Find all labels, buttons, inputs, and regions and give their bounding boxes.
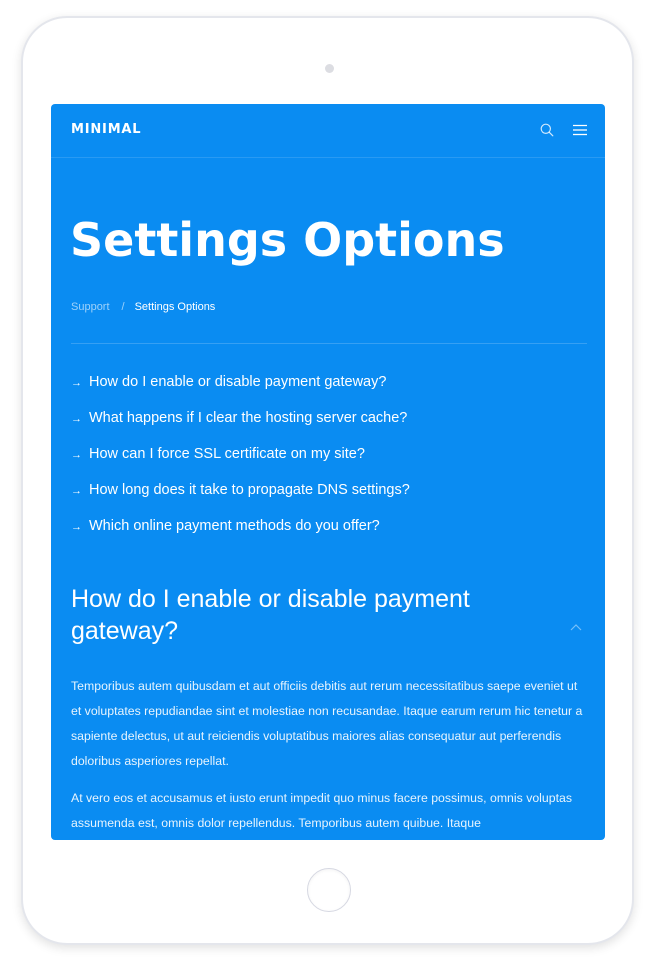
- breadcrumb-link-support[interactable]: Support: [71, 301, 110, 313]
- answer-title: How do I enable or disable payment gatew…: [71, 585, 470, 645]
- chevron-up-icon[interactable]: [570, 623, 582, 631]
- breadcrumb-separator: /: [121, 301, 125, 313]
- camera-dot: [325, 64, 334, 73]
- answer-paragraph: At vero eos et accusamus et iusto erunt …: [71, 791, 572, 830]
- arrow-right-icon: →: [71, 449, 82, 461]
- faq-link[interactable]: → What happens if I clear the hosting ser…: [71, 408, 410, 444]
- home-button[interactable]: [307, 868, 351, 912]
- navbar: MINIMAL: [51, 104, 605, 158]
- answer-paragraph: Temporibus autem quibusdam et aut offici…: [71, 679, 583, 768]
- faq-link-label: Which online payment methods do you offe…: [89, 518, 380, 534]
- arrow-right-icon: →: [71, 413, 82, 425]
- brand-logo[interactable]: MINIMAL: [71, 122, 141, 137]
- faq-link-label: What happens if I clear the hosting serv…: [89, 410, 408, 426]
- screen: MINIMAL Settings Options Support / Setting…: [51, 104, 605, 840]
- breadcrumb-current: Settings Options: [134, 301, 216, 313]
- faq-link-label: How long does it take to propagate DNS s…: [89, 482, 410, 498]
- search-icon[interactable]: [540, 123, 554, 137]
- faq-link-label: How can I force SSL certificate on my si…: [89, 446, 365, 462]
- faq-link[interactable]: → Which online payment methods do you off…: [71, 516, 410, 552]
- breadcrumb: Support / Settings Options: [71, 301, 215, 313]
- arrow-right-icon: →: [71, 377, 82, 389]
- faq-link[interactable]: → How can I force SSL certificate on my s…: [71, 444, 410, 480]
- faq-link-label: How do I enable or disable payment gatew…: [89, 374, 387, 390]
- faq-list: → How do I enable or disable payment gate…: [71, 372, 410, 552]
- faq-link[interactable]: → How do I enable or disable payment gate…: [71, 372, 410, 408]
- faq-link[interactable]: → How long does it take to propagate DNS …: [71, 480, 410, 516]
- arrow-right-icon: →: [71, 521, 82, 533]
- arrow-right-icon: →: [71, 485, 82, 497]
- divider: [71, 343, 587, 344]
- page-title: Settings Options: [70, 213, 505, 267]
- hamburger-menu-icon[interactable]: [572, 124, 588, 136]
